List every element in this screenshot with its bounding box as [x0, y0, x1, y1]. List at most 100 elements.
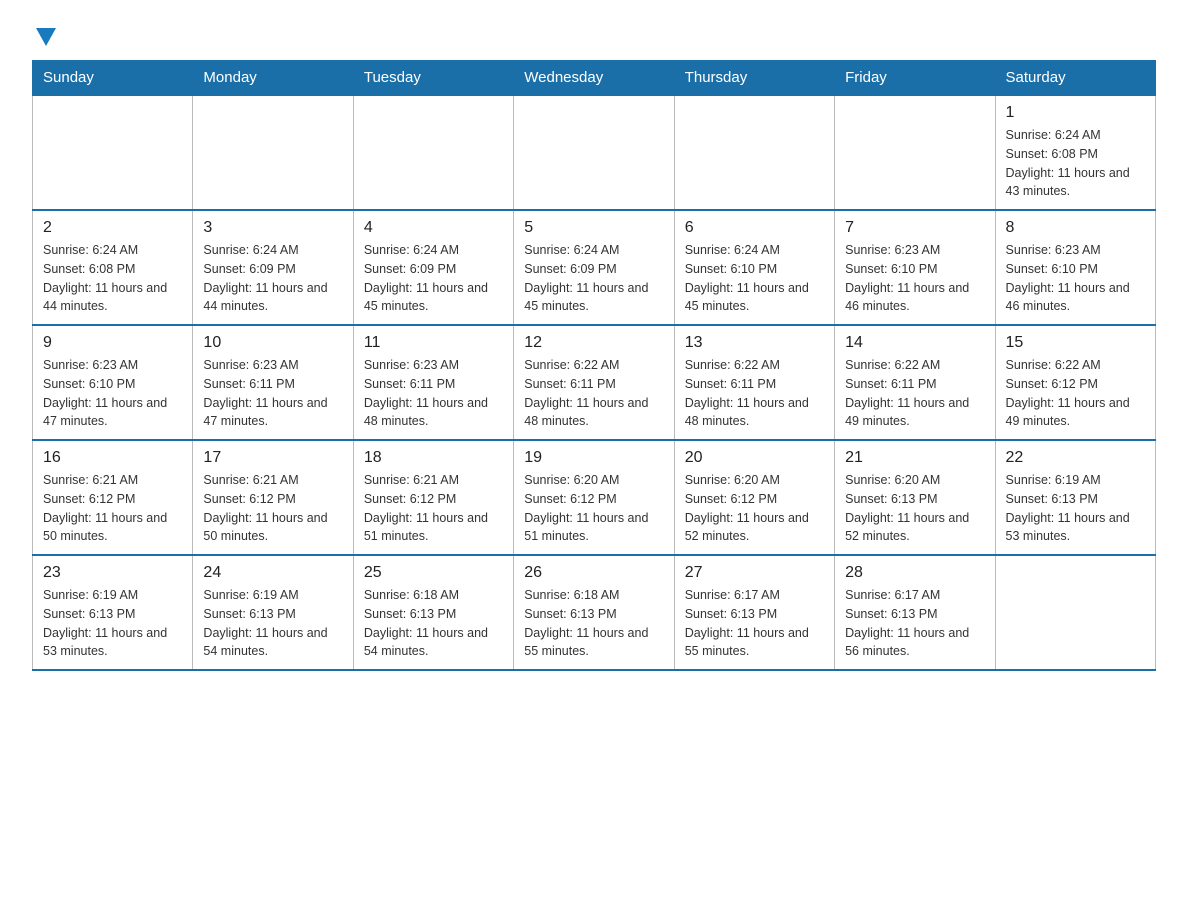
- day-of-week-header: Saturday: [995, 61, 1155, 96]
- day-info: Sunrise: 6:23 AM Sunset: 6:11 PM Dayligh…: [203, 356, 342, 431]
- day-number: 13: [685, 334, 824, 352]
- calendar-cell: [514, 95, 674, 210]
- day-info: Sunrise: 6:24 AM Sunset: 6:09 PM Dayligh…: [364, 241, 503, 316]
- calendar-cell: 22 Sunrise: 6:19 AM Sunset: 6:13 PM Dayli…: [995, 440, 1155, 555]
- calendar-week-row: 1 Sunrise: 6:24 AM Sunset: 6:08 PM Daylig…: [33, 95, 1156, 210]
- calendar-cell: 21 Sunrise: 6:20 AM Sunset: 6:13 PM Dayli…: [835, 440, 995, 555]
- day-info: Sunrise: 6:22 AM Sunset: 6:12 PM Dayligh…: [1006, 356, 1145, 431]
- day-number: 23: [43, 564, 182, 582]
- day-of-week-header: Sunday: [33, 61, 193, 96]
- day-number: 18: [364, 449, 503, 467]
- day-info: Sunrise: 6:20 AM Sunset: 6:12 PM Dayligh…: [685, 471, 824, 546]
- day-number: 2: [43, 219, 182, 237]
- day-info: Sunrise: 6:23 AM Sunset: 6:10 PM Dayligh…: [845, 241, 984, 316]
- day-number: 22: [1006, 449, 1145, 467]
- day-number: 5: [524, 219, 663, 237]
- calendar-cell: 15 Sunrise: 6:22 AM Sunset: 6:12 PM Dayli…: [995, 325, 1155, 440]
- page-header: [32, 24, 1156, 44]
- day-of-week-header: Tuesday: [353, 61, 513, 96]
- day-number: 1: [1006, 104, 1145, 122]
- day-number: 15: [1006, 334, 1145, 352]
- day-number: 21: [845, 449, 984, 467]
- logo-triangle-icon: [36, 28, 56, 46]
- calendar-cell: 27 Sunrise: 6:17 AM Sunset: 6:13 PM Dayli…: [674, 555, 834, 670]
- calendar-cell: 17Sunrise: 6:21 AM Sunset: 6:12 PM Dayli…: [193, 440, 353, 555]
- day-info: Sunrise: 6:24 AM Sunset: 6:08 PM Dayligh…: [43, 241, 182, 316]
- day-info: Sunrise: 6:19 AM Sunset: 6:13 PM Dayligh…: [43, 586, 182, 661]
- calendar-cell: 2 Sunrise: 6:24 AM Sunset: 6:08 PM Daylig…: [33, 210, 193, 325]
- day-info: Sunrise: 6:20 AM Sunset: 6:13 PM Dayligh…: [845, 471, 984, 546]
- day-info: Sunrise: 6:22 AM Sunset: 6:11 PM Dayligh…: [845, 356, 984, 431]
- day-number: 7: [845, 219, 984, 237]
- day-number: 6: [685, 219, 824, 237]
- day-number: 17: [203, 449, 342, 467]
- calendar-cell: [33, 95, 193, 210]
- calendar-week-row: 23 Sunrise: 6:19 AM Sunset: 6:13 PM Dayli…: [33, 555, 1156, 670]
- day-info: Sunrise: 6:22 AM Sunset: 6:11 PM Dayligh…: [524, 356, 663, 431]
- calendar-cell: 19Sunrise: 6:20 AM Sunset: 6:12 PM Dayli…: [514, 440, 674, 555]
- day-info: Sunrise: 6:21 AM Sunset: 6:12 PM Dayligh…: [364, 471, 503, 546]
- calendar-cell: 28 Sunrise: 6:17 AM Sunset: 6:13 PM Dayli…: [835, 555, 995, 670]
- day-info: Sunrise: 6:19 AM Sunset: 6:13 PM Dayligh…: [1006, 471, 1145, 546]
- day-number: 27: [685, 564, 824, 582]
- calendar-cell: 20 Sunrise: 6:20 AM Sunset: 6:12 PM Dayli…: [674, 440, 834, 555]
- day-info: Sunrise: 6:17 AM Sunset: 6:13 PM Dayligh…: [845, 586, 984, 661]
- day-of-week-header: Wednesday: [514, 61, 674, 96]
- calendar-cell: 1 Sunrise: 6:24 AM Sunset: 6:08 PM Daylig…: [995, 95, 1155, 210]
- calendar-header-row: SundayMondayTuesdayWednesdayThursdayFrid…: [33, 61, 1156, 96]
- day-number: 28: [845, 564, 984, 582]
- calendar-table: SundayMondayTuesdayWednesdayThursdayFrid…: [32, 60, 1156, 671]
- day-number: 4: [364, 219, 503, 237]
- calendar-cell: 7 Sunrise: 6:23 AM Sunset: 6:10 PM Daylig…: [835, 210, 995, 325]
- day-info: Sunrise: 6:23 AM Sunset: 6:10 PM Dayligh…: [1006, 241, 1145, 316]
- calendar-cell: [835, 95, 995, 210]
- calendar-cell: 25 Sunrise: 6:18 AM Sunset: 6:13 PM Dayli…: [353, 555, 513, 670]
- calendar-cell: [193, 95, 353, 210]
- day-info: Sunrise: 6:18 AM Sunset: 6:13 PM Dayligh…: [364, 586, 503, 661]
- day-info: Sunrise: 6:24 AM Sunset: 6:10 PM Dayligh…: [685, 241, 824, 316]
- calendar-cell: 4 Sunrise: 6:24 AM Sunset: 6:09 PM Daylig…: [353, 210, 513, 325]
- day-number: 25: [364, 564, 503, 582]
- calendar-week-row: 16 Sunrise: 6:21 AM Sunset: 6:12 PM Dayli…: [33, 440, 1156, 555]
- day-number: 16: [43, 449, 182, 467]
- day-of-week-header: Friday: [835, 61, 995, 96]
- day-number: 24: [203, 564, 342, 582]
- calendar-cell: 12 Sunrise: 6:22 AM Sunset: 6:11 PM Dayli…: [514, 325, 674, 440]
- calendar-week-row: 9Sunrise: 6:23 AM Sunset: 6:10 PM Daylig…: [33, 325, 1156, 440]
- day-info: Sunrise: 6:17 AM Sunset: 6:13 PM Dayligh…: [685, 586, 824, 661]
- calendar-cell: 24 Sunrise: 6:19 AM Sunset: 6:13 PM Dayli…: [193, 555, 353, 670]
- day-info: Sunrise: 6:24 AM Sunset: 6:09 PM Dayligh…: [203, 241, 342, 316]
- day-info: Sunrise: 6:24 AM Sunset: 6:08 PM Dayligh…: [1006, 126, 1145, 201]
- day-number: 26: [524, 564, 663, 582]
- calendar-cell: 9Sunrise: 6:23 AM Sunset: 6:10 PM Daylig…: [33, 325, 193, 440]
- day-info: Sunrise: 6:24 AM Sunset: 6:09 PM Dayligh…: [524, 241, 663, 316]
- day-number: 14: [845, 334, 984, 352]
- calendar-cell: [353, 95, 513, 210]
- calendar-cell: 10 Sunrise: 6:23 AM Sunset: 6:11 PM Dayli…: [193, 325, 353, 440]
- day-info: Sunrise: 6:21 AM Sunset: 6:12 PM Dayligh…: [43, 471, 182, 546]
- day-number: 20: [685, 449, 824, 467]
- calendar-cell: [995, 555, 1155, 670]
- calendar-cell: 6 Sunrise: 6:24 AM Sunset: 6:10 PM Daylig…: [674, 210, 834, 325]
- calendar-cell: 5 Sunrise: 6:24 AM Sunset: 6:09 PM Daylig…: [514, 210, 674, 325]
- day-info: Sunrise: 6:19 AM Sunset: 6:13 PM Dayligh…: [203, 586, 342, 661]
- day-number: 3: [203, 219, 342, 237]
- day-info: Sunrise: 6:23 AM Sunset: 6:11 PM Dayligh…: [364, 356, 503, 431]
- logo: [32, 24, 56, 44]
- day-of-week-header: Thursday: [674, 61, 834, 96]
- calendar-cell: [674, 95, 834, 210]
- calendar-cell: 11Sunrise: 6:23 AM Sunset: 6:11 PM Dayli…: [353, 325, 513, 440]
- day-number: 12: [524, 334, 663, 352]
- day-of-week-header: Monday: [193, 61, 353, 96]
- day-info: Sunrise: 6:18 AM Sunset: 6:13 PM Dayligh…: [524, 586, 663, 661]
- day-number: 8: [1006, 219, 1145, 237]
- day-number: 9: [43, 334, 182, 352]
- calendar-week-row: 2 Sunrise: 6:24 AM Sunset: 6:08 PM Daylig…: [33, 210, 1156, 325]
- day-number: 10: [203, 334, 342, 352]
- calendar-cell: 16 Sunrise: 6:21 AM Sunset: 6:12 PM Dayli…: [33, 440, 193, 555]
- calendar-cell: 8 Sunrise: 6:23 AM Sunset: 6:10 PM Daylig…: [995, 210, 1155, 325]
- calendar-cell: 26 Sunrise: 6:18 AM Sunset: 6:13 PM Dayli…: [514, 555, 674, 670]
- calendar-cell: 14 Sunrise: 6:22 AM Sunset: 6:11 PM Dayli…: [835, 325, 995, 440]
- day-info: Sunrise: 6:22 AM Sunset: 6:11 PM Dayligh…: [685, 356, 824, 431]
- day-info: Sunrise: 6:20 AM Sunset: 6:12 PM Dayligh…: [524, 471, 663, 546]
